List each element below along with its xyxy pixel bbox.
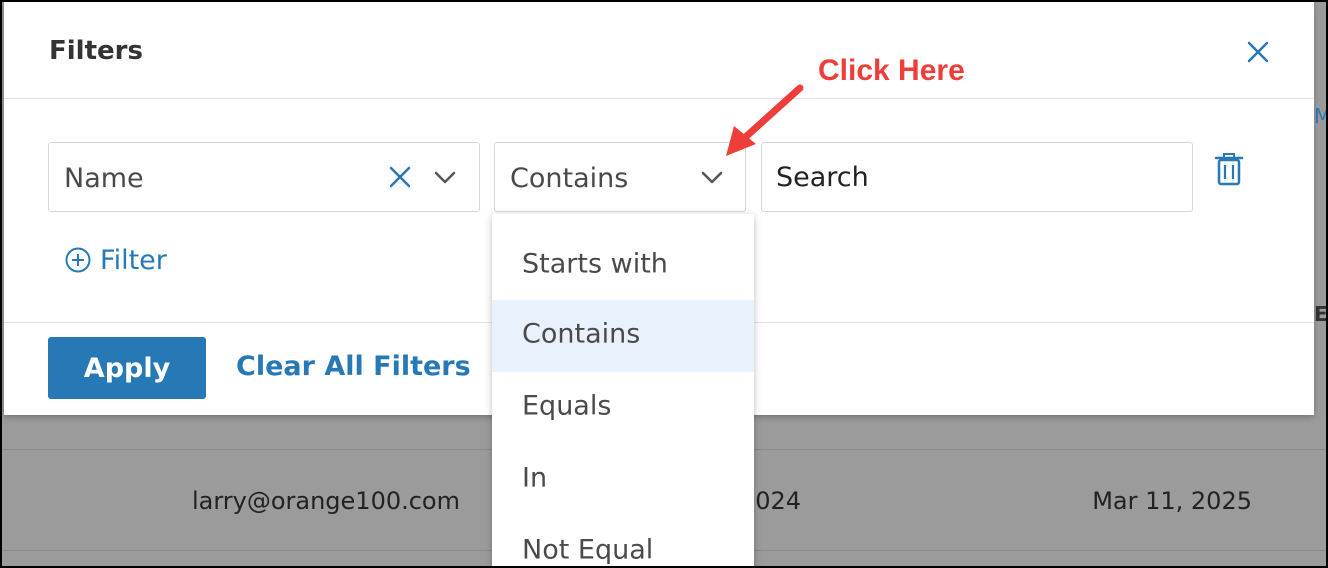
field-select-value: Name [64, 163, 144, 194]
annotation-arrow-icon [726, 84, 804, 156]
dropdown-option-contains[interactable]: Contains [492, 300, 754, 372]
dropdown-option-in[interactable]: In [492, 444, 754, 516]
chevron-down-icon [434, 171, 456, 184]
clear-all-filters-link[interactable]: Clear All Filters [236, 351, 471, 382]
plus-circle-icon [65, 247, 91, 273]
dropdown-option-label: Starts with [522, 248, 668, 280]
screenshot-frame: M E larry@orange100.com 2024 Mar 11, 202… [0, 0, 1328, 568]
add-filter-label: Filter [100, 244, 167, 276]
trash-icon [1214, 153, 1244, 186]
add-filter-button[interactable]: Filter [64, 240, 167, 280]
dropdown-option-label: In [522, 462, 548, 494]
dropdown-option-label: Equals [522, 390, 612, 422]
background-edge-text: E [1314, 302, 1328, 326]
dropdown-option-not-equal[interactable]: Not Equal [492, 516, 754, 566]
dropdown-option-label: Contains [522, 318, 641, 350]
search-field[interactable] [761, 142, 1193, 212]
modal-header: Filters [4, 2, 1314, 99]
field-dropdown-toggle[interactable] [431, 163, 459, 191]
close-icon [389, 166, 411, 188]
dropdown-option-starts-with[interactable]: Starts with [492, 230, 754, 302]
modal-title: Filters [49, 36, 143, 66]
operator-select-value: Contains [510, 163, 629, 194]
dropdown-option-label: Not Equal [522, 534, 654, 566]
search-input[interactable] [776, 155, 1176, 199]
background-edge-text: M [1314, 104, 1326, 128]
operator-dropdown-menu: Starts with Contains Equals In Not Equal [492, 214, 754, 566]
clear-field-button[interactable] [386, 163, 414, 191]
table-cell-email: larry@orange100.com [191, 487, 460, 515]
close-icon [1247, 41, 1269, 63]
apply-button[interactable]: Apply [48, 337, 206, 399]
dropdown-option-equals[interactable]: Equals [492, 372, 754, 444]
close-button[interactable] [1244, 38, 1272, 66]
delete-filter-button[interactable] [1214, 152, 1244, 188]
annotation-label: Click Here [818, 54, 965, 87]
field-select[interactable]: Name [48, 142, 480, 212]
table-cell-date: Mar 11, 2025 [1092, 487, 1252, 515]
